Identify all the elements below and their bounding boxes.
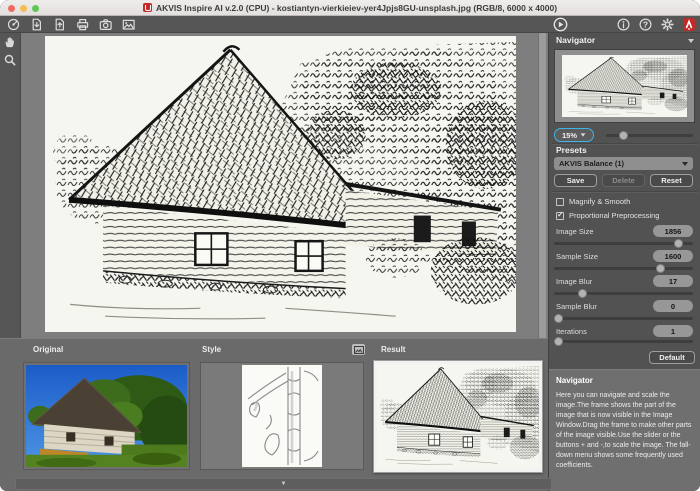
hints-text: Here you can navigate and scale the imag… [556,391,694,471]
hints-title: Navigator [556,376,694,385]
preset-buttons: Save Delete Reset [554,174,693,187]
zoom-tool-icon[interactable] [0,51,20,69]
vertical-scrollbar[interactable] [538,33,546,338]
slider-track[interactable] [554,292,693,295]
toolbar-left-group [6,17,135,31]
style-label: Style [202,345,221,354]
open-file-icon[interactable] [29,17,43,31]
zoom-slider[interactable] [606,130,693,141]
help-icon[interactable]: ? [638,17,652,31]
strip-collapse-handle[interactable]: ▼ [15,478,552,490]
titlebar: AKVIS Inspire AI v.2.0 (CPU) - kostianty… [0,0,700,16]
checkbox-label: Proportional Preprocessing [569,211,659,220]
checkbox-row-magnify-smooth: Magnify & Smooth [556,196,696,207]
sample-size-slider-handle[interactable] [656,264,665,273]
gallery-icon[interactable] [121,17,135,31]
save-file-icon[interactable] [52,17,66,31]
slider-group-image-blur: Image Blur 17 [554,275,693,299]
delete-button: Delete [602,174,645,187]
original-thumbnail[interactable] [23,362,190,470]
slider-label: Iterations [556,327,587,336]
window-title: AKVIS Inspire AI v.2.0 (CPU) - kostianty… [156,3,557,13]
app-window: AKVIS Inspire AI v.2.0 (CPU) - kostianty… [0,0,700,491]
sample-size-value[interactable]: 1600 [653,250,693,262]
chevron-down-icon [688,39,694,43]
akvis-logo-icon[interactable] [682,17,696,31]
print-icon[interactable] [75,17,89,31]
presets-title: Presets [556,145,587,155]
zoom-controls: 15% [554,128,695,142]
image-blur-slider-handle[interactable] [578,289,587,298]
navigator-header[interactable]: Navigator [549,33,700,48]
iterations-slider-handle[interactable] [554,337,563,346]
slider-group-sample-blur: Sample Blur 0 [554,300,693,324]
checkbox-row-proportional-preprocessing: Proportional Preprocessing [556,210,696,221]
app-logo-icon[interactable] [6,17,20,31]
checkbox-label: Magnify & Smooth [569,197,630,206]
slider-track[interactable] [554,242,693,245]
run-button[interactable] [553,17,568,32]
save-button[interactable]: Save [554,174,597,187]
tool-sidebar [0,33,21,338]
sample-blur-value[interactable]: 0 [653,300,693,312]
reset-button[interactable]: Reset [650,174,693,187]
default-button[interactable]: Default [649,351,695,364]
original-label: Original [33,345,63,354]
navigator-thumbnail[interactable] [554,49,695,123]
result-label: Result [381,345,405,354]
image-blur-value[interactable]: 17 [653,275,693,287]
result-thumbnail-selected[interactable] [373,360,543,473]
zoom-slider-handle[interactable] [619,131,628,140]
svg-text:?: ? [642,19,647,29]
preset-selected: AKVIS Balance (1) [559,159,624,168]
navigator-title: Navigator [556,35,595,45]
hand-tool-icon[interactable] [0,33,20,51]
slider-label: Sample Size [556,252,598,261]
slider-label: Image Blur [556,277,592,286]
camera-icon[interactable] [98,17,112,31]
chevron-down-icon [682,162,688,166]
image-size-slider-handle[interactable] [674,239,683,248]
title-wrap: AKVIS Inspire AI v.2.0 (CPU) - kostianty… [0,0,700,15]
image-window[interactable] [21,33,548,338]
slider-group-iterations: Iterations 1 [554,325,693,345]
collapse-arrow-icon: ▼ [281,481,287,487]
akvis-titlebar-logo-icon [143,3,152,12]
settings-gear-icon[interactable] [660,17,674,31]
images-strip: Original Style Result [0,338,548,491]
slider-label: Image Size [556,227,594,236]
slider-label: Sample Blur [556,302,597,311]
style-thumbnail[interactable] [200,362,364,470]
iterations-value[interactable]: 1 [653,325,693,337]
preset-dropdown[interactable]: AKVIS Balance (1) [554,157,693,170]
hints-panel: Navigator Here you can navigate and scal… [549,369,700,491]
zoom-value: 15% [562,131,577,140]
divider [552,191,698,193]
proportional-preprocessing-checkbox[interactable] [556,212,564,220]
slider-track[interactable] [554,317,693,320]
chevron-down-icon [581,133,586,136]
info-icon[interactable] [616,17,630,31]
magnify-smooth-checkbox[interactable] [556,198,564,206]
slider-track[interactable] [554,340,693,343]
slider-group-image-size: Image Size 1856 [554,225,693,249]
style-gallery-button[interactable] [352,344,365,355]
image-size-value[interactable]: 1856 [653,225,693,237]
toolbar: ? [0,16,700,33]
settings-panel: Navigator 15% Presets AKVIS Balance (1) … [548,33,700,491]
toolbar-right-group: ? [616,17,696,31]
sample-blur-slider-handle[interactable] [554,314,563,323]
slider-group-sample-size: Sample Size 1600 [554,250,693,274]
zoom-dropdown[interactable]: 15% [554,128,594,142]
slider-track[interactable] [554,267,693,270]
result-image-canvas[interactable] [45,36,516,332]
